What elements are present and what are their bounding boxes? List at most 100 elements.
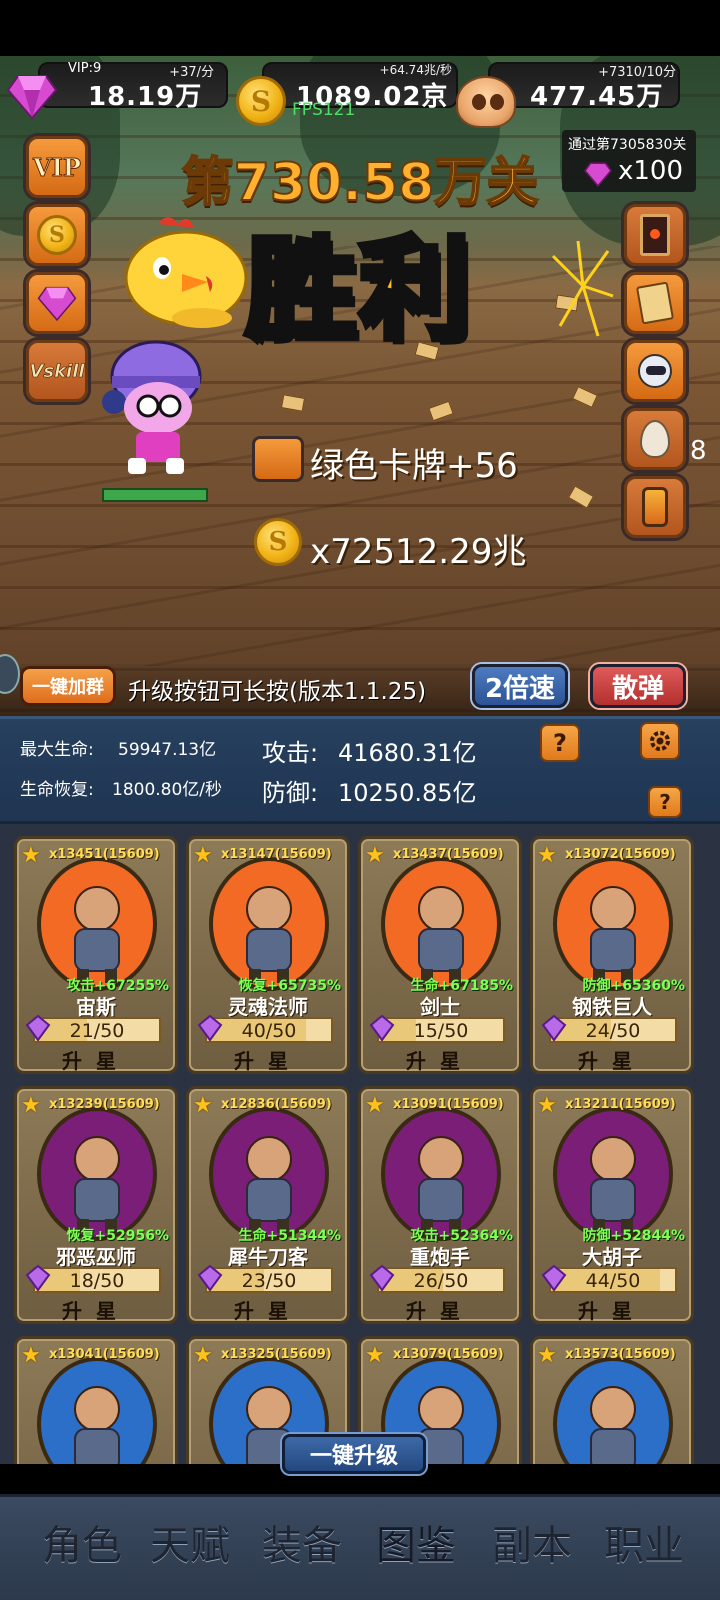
star-icon: ★ — [365, 843, 385, 868]
hero-count: x13079(15609) — [393, 1347, 504, 1362]
hero-count: x13211(15609) — [565, 1097, 676, 1112]
star-up-button[interactable]: 升星 — [189, 1045, 347, 1074]
gem-icon — [6, 75, 58, 120]
star-icon: ★ — [537, 1343, 557, 1368]
hero-card[interactable]: ★ x12836(15609) 生命+51344% 犀牛刀客 23/50 升星 — [186, 1086, 350, 1324]
star-icon: ★ — [537, 1093, 557, 1118]
coin-icon: S — [254, 518, 302, 566]
egg-button[interactable] — [624, 408, 686, 470]
hero-card[interactable]: ★ x13239(15609) 恢复+52956% 邪恶巫师 18/50 升星 — [14, 1086, 178, 1324]
hero-portrait — [590, 1386, 636, 1464]
star-up-button[interactable]: 升星 — [17, 1045, 175, 1074]
hero-progress-bar: 15/50 — [369, 1014, 505, 1043]
hero-count: x13147(15609) — [221, 847, 332, 862]
hero-portrait — [590, 886, 636, 983]
hero-count: x13451(15609) — [49, 847, 160, 862]
nav-class[interactable]: 职业 — [604, 1513, 684, 1571]
star-up-button[interactable]: 升星 — [533, 1045, 691, 1074]
coin-reward: x72512.29兆 — [310, 532, 527, 572]
star-up-button[interactable]: 升星 — [17, 1295, 175, 1324]
hero-progress: 44/50 — [585, 1270, 641, 1292]
star-icon: ★ — [193, 843, 213, 868]
hero-progress: 40/50 — [241, 1020, 297, 1042]
star-icon: ★ — [537, 843, 557, 868]
hero-portrait — [74, 886, 120, 983]
star-icon: ★ — [21, 1343, 41, 1368]
attack-value: 41680.31亿 — [338, 739, 477, 767]
hero-card[interactable]: ★ x13072(15609) 防御+65360% 钢铁巨人 24/50 升星 — [530, 836, 694, 1074]
star-up-button[interactable]: 升星 — [361, 1295, 519, 1324]
sparkle-effect — [551, 240, 614, 337]
star-up-button[interactable]: 升星 — [189, 1295, 347, 1324]
settings-button[interactable] — [640, 722, 680, 760]
hero-progress: 18/50 — [69, 1270, 125, 1292]
nav-equipment[interactable]: 装备 — [262, 1513, 342, 1571]
hero-progress-bar: 21/50 — [25, 1014, 161, 1043]
hero-card[interactable]: ★ x13147(15609) 恢复+65735% 灵魂法师 40/50 升星 — [186, 836, 350, 1074]
hero-progress: 24/50 — [585, 1020, 641, 1042]
hero-progress-bar: 23/50 — [197, 1264, 333, 1293]
hero-progress-bar: 26/50 — [369, 1264, 505, 1293]
heroes-help-button[interactable]: ? — [648, 786, 682, 818]
star-up-button[interactable]: 升星 — [361, 1045, 519, 1074]
stats-help-button[interactable]: ? — [540, 724, 580, 762]
hero-card[interactable]: ★ x13091(15609) 攻击+52364% 重炮手 26/50 升星 — [358, 1086, 522, 1324]
skull-amount: 477.45万 — [530, 82, 664, 112]
nav-talent[interactable]: 天赋 — [150, 1513, 230, 1571]
defense-value: 10250.85亿 — [338, 779, 477, 807]
status-bar — [0, 0, 720, 56]
upgrade-all-button[interactable]: 一键升级 — [282, 1434, 426, 1474]
hero-card[interactable]: ★ x13211(15609) 防御+52844% 大胡子 44/50 升星 — [530, 1086, 694, 1324]
offscreen-number: 8 — [690, 436, 707, 466]
star-icon: ★ — [21, 1093, 41, 1118]
star-icon: ★ — [365, 1093, 385, 1118]
skull-icon — [456, 76, 516, 128]
player-hero — [102, 340, 202, 474]
lantern-button[interactable] — [624, 476, 686, 538]
hero-count: x12836(15609) — [221, 1097, 332, 1112]
vip-level: VIP:9 — [68, 61, 102, 76]
hero-portrait — [418, 1136, 464, 1233]
hero-progress-bar: 18/50 — [25, 1264, 161, 1293]
gem-amount: 18.19万 — [88, 82, 203, 112]
hero-card[interactable]: ★ x13041(15609) — [14, 1336, 178, 1464]
star-icon: ★ — [21, 843, 41, 868]
hero-count: x13437(15609) — [393, 847, 504, 862]
skull-counter: +7310/10分 477.45万 — [488, 62, 680, 112]
star-icon: ★ — [365, 1343, 385, 1368]
max-hp-label: 最大生命: — [20, 740, 94, 760]
hero-count: x13041(15609) — [49, 1347, 160, 1362]
scatter-button[interactable]: 散弹 — [590, 664, 686, 708]
coin-counter: +64.74兆/秒 1089.02京 FPS121 — [262, 62, 458, 120]
hero-card[interactable]: ★ x13437(15609) 生命+67185% 剑士 15/50 升星 — [358, 836, 522, 1074]
notice-text: 升级按钮可长按(版本1.1.25) — [128, 679, 427, 705]
hero-portrait — [418, 886, 464, 983]
max-hp-value: 59947.13亿 — [118, 740, 217, 760]
star-up-button[interactable]: 升星 — [533, 1295, 691, 1324]
hero-portrait — [74, 1136, 120, 1233]
hero-progress: 21/50 — [69, 1020, 125, 1042]
hero-grid: ★ x13451(15609) 攻击+67255% 宙斯 21/50 升星 ★ x13147(… — [0, 824, 720, 1464]
nav-codex[interactable]: 图鉴 — [376, 1513, 456, 1571]
defense-label: 防御: — [262, 779, 319, 807]
hero-count: x13573(15609) — [565, 1347, 676, 1362]
gem-counter: VIP:9 +37/分 18.19万 — [38, 61, 228, 112]
hero-portrait — [74, 1386, 120, 1464]
nav-dungeon[interactable]: 副本 — [492, 1513, 572, 1571]
gear-icon — [650, 731, 670, 751]
hero-progress: 23/50 — [241, 1270, 297, 1292]
hero-progress-bar: 44/50 — [541, 1264, 677, 1293]
nav-role[interactable]: 角色 — [42, 1513, 122, 1571]
fps-counter: FPS121 — [292, 100, 356, 120]
speed-button[interactable]: 2倍速 — [472, 664, 568, 708]
hero-card[interactable]: ★ x13451(15609) 攻击+67255% 宙斯 21/50 升星 — [14, 836, 178, 1074]
hero-card[interactable]: ★ x13573(15609) — [530, 1336, 694, 1464]
vskill-label: Vskill — [29, 360, 85, 382]
hero-portrait — [246, 1136, 292, 1233]
hero-count: x13239(15609) — [49, 1097, 160, 1112]
star-icon: ★ — [193, 1343, 213, 1368]
chicken-pet — [124, 217, 248, 328]
regen-value: 1800.80亿/秒 — [112, 780, 223, 800]
join-group-button[interactable]: 一键加群 — [20, 666, 116, 706]
hero-progress: 26/50 — [413, 1270, 469, 1292]
